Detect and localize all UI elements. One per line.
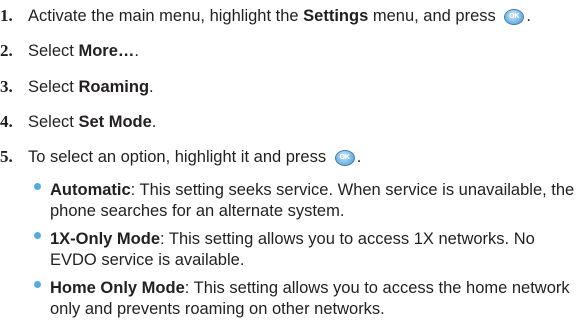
step-text: Activate the main menu, highlight the Se… [28, 6, 531, 26]
bullet-icon [34, 281, 41, 288]
step-text-post: . [134, 42, 139, 60]
step-text-end: . [526, 7, 531, 25]
ok-button-icon: OK [504, 8, 525, 25]
step-number: 4. [0, 112, 13, 131]
ok-button-icon: OK [334, 149, 355, 166]
bullet-icon [34, 183, 41, 190]
step-number: 3. [0, 77, 13, 96]
option-text: 1X-Only Mode: This setting allows you to… [50, 229, 585, 271]
step-number: 2. [0, 41, 13, 60]
set-mode-menu-label: Set Mode [78, 113, 152, 131]
option-title: Home Only Mode [50, 279, 185, 297]
step-text-pre: Activate the main menu, highlight the [28, 7, 304, 25]
step-text-pre: To select an option, highlight it and pr… [28, 148, 331, 166]
option-text: Automatic: This setting seeks service. W… [50, 180, 585, 222]
step-text: Select Set Mode. [28, 112, 156, 132]
option-title: 1X-Only Mode [50, 230, 161, 248]
step-text: To select an option, highlight it and pr… [28, 147, 361, 167]
settings-menu-label: Settings [303, 7, 369, 25]
step-text-end: . [356, 148, 362, 166]
option-title: Automatic [50, 181, 131, 199]
more-menu-label: More… [78, 42, 135, 60]
step-text: Select Roaming. [28, 77, 154, 97]
step-text-pre: Select [28, 78, 79, 96]
step-text: Select More…. [28, 41, 139, 61]
roaming-menu-label: Roaming [78, 78, 150, 96]
step-text-pre: Select [28, 42, 79, 60]
step-text-post: . [151, 113, 157, 131]
step-text-post: menu, and press [368, 7, 501, 25]
step-text-post: . [149, 78, 154, 96]
step-number: 1. [0, 6, 13, 25]
step-text-pre: Select [28, 113, 79, 131]
bullet-icon [34, 232, 41, 239]
option-text: Home Only Mode: This setting allows you … [50, 278, 585, 320]
step-number: 5. [0, 147, 13, 166]
